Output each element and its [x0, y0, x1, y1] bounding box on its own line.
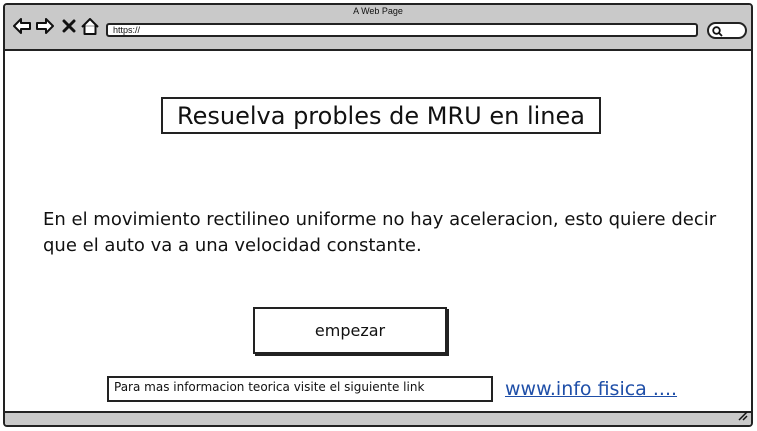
info-link[interactable]: www.info fisica .... — [505, 378, 677, 400]
info-text-box: Para mas informacion teorica visite el s… — [107, 376, 493, 402]
forward-arrow-icon[interactable] — [36, 17, 54, 35]
start-button[interactable]: empezar — [253, 307, 447, 354]
close-x-icon[interactable] — [60, 17, 78, 35]
description-text: En el movimiento rectilineo uniforme no … — [43, 209, 717, 256]
window-title: A Web Page — [353, 6, 403, 16]
status-bar — [5, 411, 751, 425]
home-icon[interactable] — [81, 17, 99, 35]
browser-window: A Web Page https:// Resuelva probles de … — [3, 3, 753, 427]
page-title: Resuelva probles de MRU en linea — [161, 97, 601, 134]
search-box[interactable] — [707, 22, 747, 39]
page-content: Resuelva probles de MRU en linea En el m… — [5, 51, 751, 411]
search-icon — [712, 26, 723, 37]
address-bar[interactable]: https:// — [106, 23, 698, 37]
browser-toolbar: A Web Page https:// — [5, 5, 751, 51]
resize-grip-icon[interactable] — [736, 406, 748, 425]
back-arrow-icon[interactable] — [13, 17, 31, 35]
